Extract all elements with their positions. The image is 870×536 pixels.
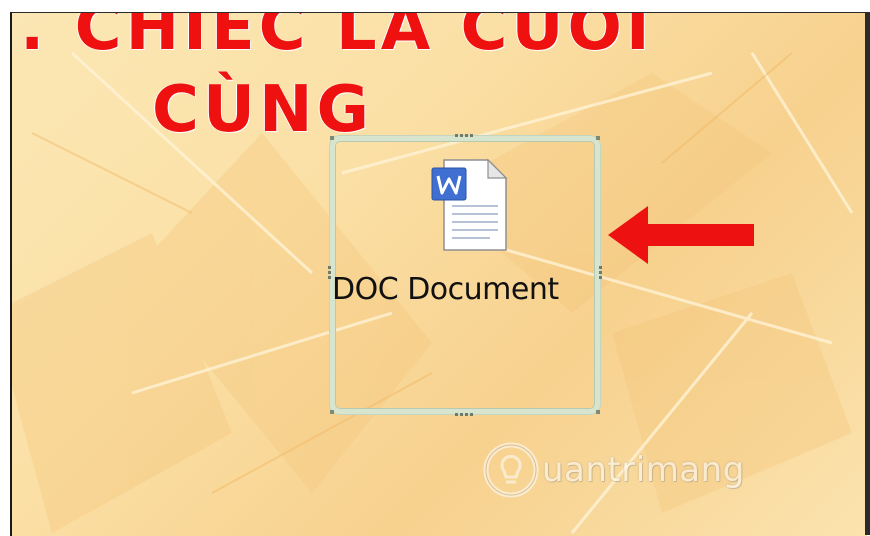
object-label: DOC Document — [332, 272, 559, 307]
lightbulb-icon — [483, 442, 539, 498]
watermark: uantrimang — [482, 440, 745, 500]
left-arrow-icon — [608, 206, 754, 264]
embedded-document-object[interactable]: DOC Document — [328, 134, 602, 416]
resize-handle-bottom[interactable] — [455, 413, 473, 416]
slide-title-line1: . CHIẾC LÁ CUỐI — [20, 12, 654, 65]
watermark-text: uantrimang — [542, 450, 745, 490]
resize-handle-top[interactable] — [455, 134, 473, 137]
word-document-icon — [431, 158, 508, 251]
resize-handle-top-left[interactable] — [330, 136, 334, 140]
window-edge — [865, 12, 870, 535]
resize-handle-top-right[interactable] — [596, 136, 600, 140]
resize-handle-left[interactable] — [328, 266, 331, 279]
resize-handle-bottom-right[interactable] — [596, 410, 600, 414]
resize-handle-bottom-left[interactable] — [330, 410, 334, 414]
